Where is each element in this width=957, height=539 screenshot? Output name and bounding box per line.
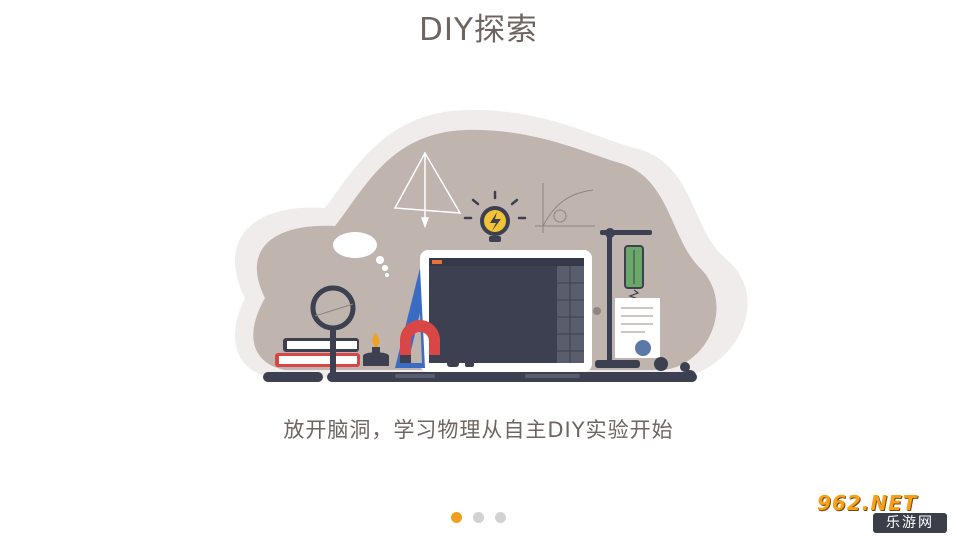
watermark-logo-text: 962.NET	[817, 491, 918, 515]
lab-illustration	[234, 109, 748, 382]
watermark-site-text: 乐游网	[873, 513, 947, 533]
page-dot-2[interactable]	[473, 512, 484, 523]
site-watermark: 962.NET 乐游网	[817, 491, 951, 535]
page-dot-3[interactable]	[495, 512, 506, 523]
page-title: DIY探索	[419, 12, 538, 48]
page-dot-1[interactable]	[451, 512, 462, 523]
page-indicator	[0, 512, 957, 523]
paper-chart-icon	[615, 298, 660, 358]
page-subtitle: 放开脑洞，学习物理从自主DIY实验开始	[283, 418, 674, 442]
tablet-device	[420, 250, 601, 372]
